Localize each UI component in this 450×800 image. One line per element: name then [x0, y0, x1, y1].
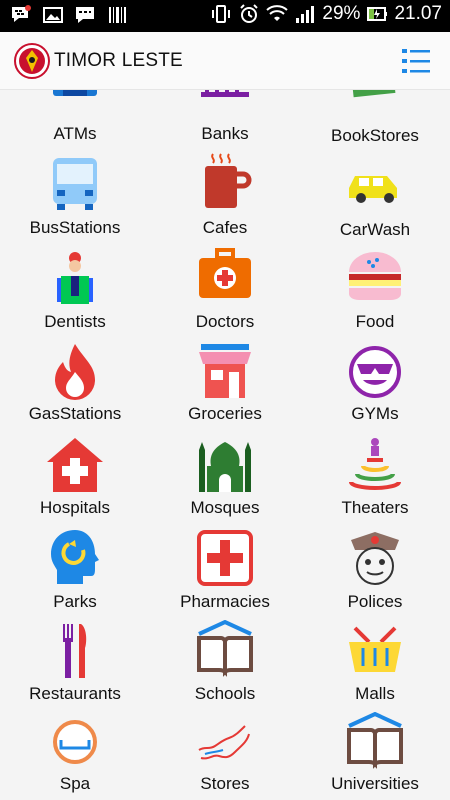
category-label: Cafes	[202, 218, 248, 237]
category-carwash[interactable]: CarWash	[300, 152, 450, 244]
category-label: Polices	[347, 592, 403, 611]
category-label: Parks	[53, 592, 97, 611]
status-bar: 29% 21.07	[0, 0, 450, 32]
category-label: Doctors	[195, 312, 255, 331]
category-parks[interactable]: Parks	[0, 528, 150, 620]
category-label: Dentists	[44, 312, 106, 331]
head-refresh-icon	[51, 530, 99, 584]
category-label: Theaters	[341, 498, 409, 517]
pharmacy-cross-icon	[197, 530, 253, 586]
category-groceries[interactable]: Groceries	[150, 342, 300, 434]
dentist-icon	[57, 252, 93, 304]
barcode-icon	[109, 7, 126, 23]
category-grid: ATMs Banks BookStores BusStations Cafes …	[0, 90, 450, 800]
open-book-icon	[197, 620, 253, 677]
timor-leste-emblem-icon	[14, 43, 50, 79]
app-title: TIMOR LESTE	[54, 50, 183, 71]
vibrate-icon	[212, 5, 231, 23]
list-menu-button[interactable]	[400, 46, 432, 76]
open-book-roof-icon	[347, 712, 403, 769]
smiley-sunglasses-icon	[349, 346, 401, 398]
category-label: Universities	[331, 774, 419, 793]
category-label: Spa	[59, 774, 91, 793]
category-label: Food	[355, 312, 395, 331]
store-icon	[199, 344, 251, 398]
category-label: BookStores	[331, 126, 419, 145]
category-banks[interactable]: Banks	[150, 90, 300, 150]
category-label: ATMs	[53, 124, 97, 143]
car-icon	[349, 176, 397, 203]
category-doctors[interactable]: Doctors	[150, 248, 300, 340]
bbm-chat-icon	[12, 5, 31, 22]
category-label: Malls	[355, 684, 395, 703]
category-busstations[interactable]: BusStations	[0, 152, 150, 244]
category-label: GYMs	[351, 404, 399, 423]
category-pharmacies[interactable]: Pharmacies	[150, 528, 300, 620]
map-outline-icon	[198, 725, 250, 760]
category-label: Schools	[194, 684, 256, 703]
bus-icon	[53, 158, 97, 210]
category-bookstores[interactable]: BookStores	[300, 90, 450, 150]
category-spa[interactable]: Spa	[0, 712, 150, 800]
category-food[interactable]: Food	[300, 248, 450, 340]
coffee-mug-icon	[205, 153, 252, 208]
category-label: CarWash	[339, 220, 411, 239]
app-bar: TIMOR LESTE	[0, 32, 450, 90]
category-label: GasStations	[28, 404, 122, 423]
category-gasstations[interactable]: GasStations	[0, 342, 150, 434]
image-icon	[43, 7, 63, 23]
category-label: Hospitals	[40, 498, 110, 517]
category-stores[interactable]: Stores	[150, 712, 300, 800]
category-label: Stores	[200, 774, 250, 793]
police-icon	[351, 532, 399, 585]
category-mosques[interactable]: Mosques	[150, 436, 300, 528]
category-label: Restaurants	[29, 684, 121, 703]
basket-icon	[349, 626, 401, 672]
fork-knife-icon	[63, 624, 87, 678]
category-theaters[interactable]: Theaters	[300, 436, 450, 528]
notification-icons	[10, 4, 128, 26]
medical-kit-icon	[199, 248, 251, 298]
wifi-icon	[266, 5, 289, 21]
battery-charging-icon	[367, 7, 388, 21]
clock: 21.07	[394, 3, 442, 24]
burger-icon	[349, 252, 401, 300]
category-hospitals[interactable]: Hospitals	[0, 436, 150, 528]
category-polices[interactable]: Polices	[300, 528, 450, 620]
category-malls[interactable]: Malls	[300, 620, 450, 712]
chat-icon	[76, 7, 94, 23]
atm-icon	[53, 90, 97, 96]
category-cafes[interactable]: Cafes	[150, 152, 300, 244]
category-label: Banks	[201, 124, 249, 143]
alarm-icon	[240, 4, 259, 23]
tub-icon	[53, 720, 97, 764]
category-schools[interactable]: Schools	[150, 620, 300, 712]
category-label: BusStations	[29, 218, 121, 237]
category-gyms[interactable]: GYMs	[300, 342, 450, 434]
category-dentists[interactable]: Dentists	[0, 248, 150, 340]
category-atms[interactable]: ATMs	[0, 90, 150, 150]
flame-icon	[55, 344, 95, 400]
category-label: Pharmacies	[180, 592, 270, 611]
books-icon	[352, 90, 396, 98]
category-label: Groceries	[188, 404, 262, 423]
signal-icon	[296, 6, 315, 23]
category-restaurants[interactable]: Restaurants	[0, 620, 150, 712]
category-label: Mosques	[190, 498, 260, 517]
category-universities[interactable]: Universities	[300, 712, 450, 800]
bank-icon	[201, 90, 249, 97]
system-status: 29% 21.07	[210, 3, 442, 25]
stage-icon	[349, 438, 401, 490]
mosque-icon	[199, 442, 251, 492]
hospital-icon	[47, 438, 103, 492]
battery-percent: 29%	[322, 3, 361, 24]
